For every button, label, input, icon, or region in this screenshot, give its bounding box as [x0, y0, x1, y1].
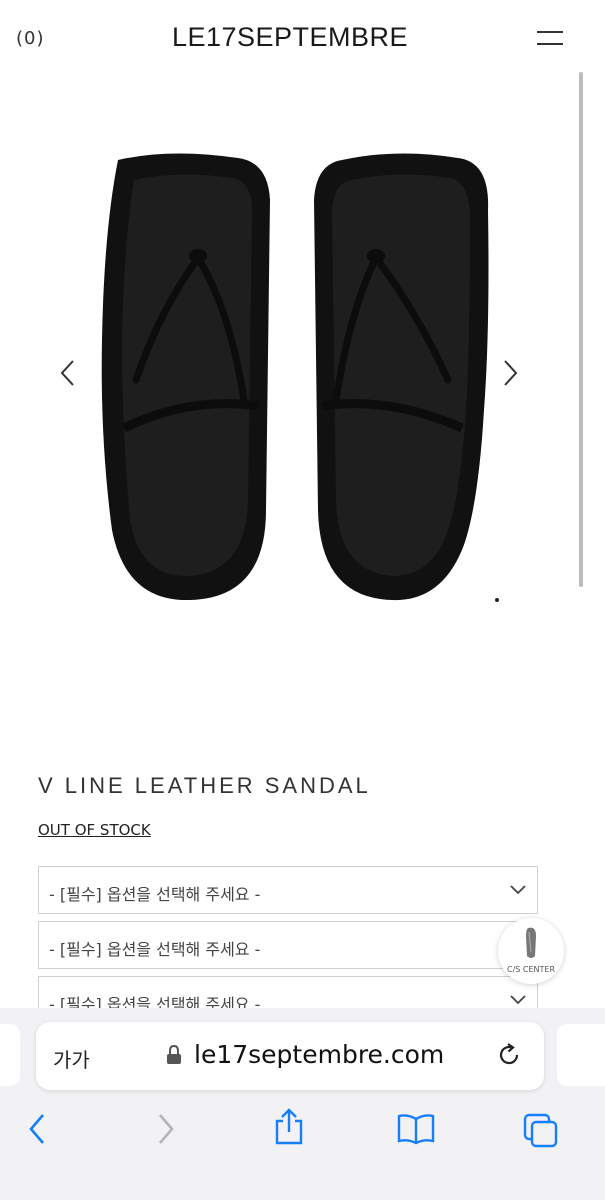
out-of-stock-link[interactable]: OUT OF STOCK — [38, 821, 151, 839]
next-tab-preview[interactable] — [557, 1024, 605, 1086]
hamburger-menu-icon[interactable] — [537, 29, 563, 47]
safari-toolbar: 가가 le17septembre.com — [0, 1008, 605, 1200]
gallery-prev-arrow-icon[interactable] — [58, 358, 78, 392]
gallery-next-arrow-icon[interactable] — [500, 358, 520, 392]
back-icon[interactable] — [26, 1112, 48, 1150]
cs-center-figure-icon — [526, 927, 536, 958]
site-header: (0) LE17SEPTEMBRE — [0, 0, 605, 80]
share-icon[interactable] — [272, 1108, 306, 1150]
previous-tab-preview[interactable] — [0, 1024, 20, 1086]
option-select-2[interactable]: - [필수] 옵션을 선택해 주세요 - — [38, 921, 538, 969]
sandal-image — [101, 153, 489, 601]
text-size-button[interactable]: 가가 — [53, 1044, 90, 1073]
tabs-icon[interactable] — [522, 1112, 560, 1154]
forward-icon[interactable] — [155, 1112, 177, 1150]
product-title: V LINE LEATHER SANDAL — [38, 773, 371, 798]
reload-icon[interactable] — [496, 1042, 522, 1072]
product-image-gallery — [0, 110, 580, 650]
lock-icon — [166, 1044, 182, 1069]
option-select-label: - [필수] 옵션을 선택해 주세요 - — [49, 940, 261, 959]
url-text: le17septembre.com — [194, 1040, 445, 1069]
chevron-down-icon — [509, 881, 527, 900]
address-bar[interactable]: 가가 le17septembre.com — [36, 1022, 544, 1090]
cs-center-label: C/S CENTER — [506, 965, 556, 974]
brand-logo[interactable]: LE17SEPTEMBRE — [0, 22, 580, 53]
option-select-label: - [필수] 옵션을 선택해 주세요 - — [49, 885, 261, 904]
option-select-1[interactable]: - [필수] 옵션을 선택해 주세요 - — [38, 866, 538, 914]
cs-center-button[interactable]: C/S CENTER — [498, 918, 564, 984]
gallery-indicator-dot — [495, 598, 499, 602]
bookmarks-icon[interactable] — [396, 1112, 436, 1150]
